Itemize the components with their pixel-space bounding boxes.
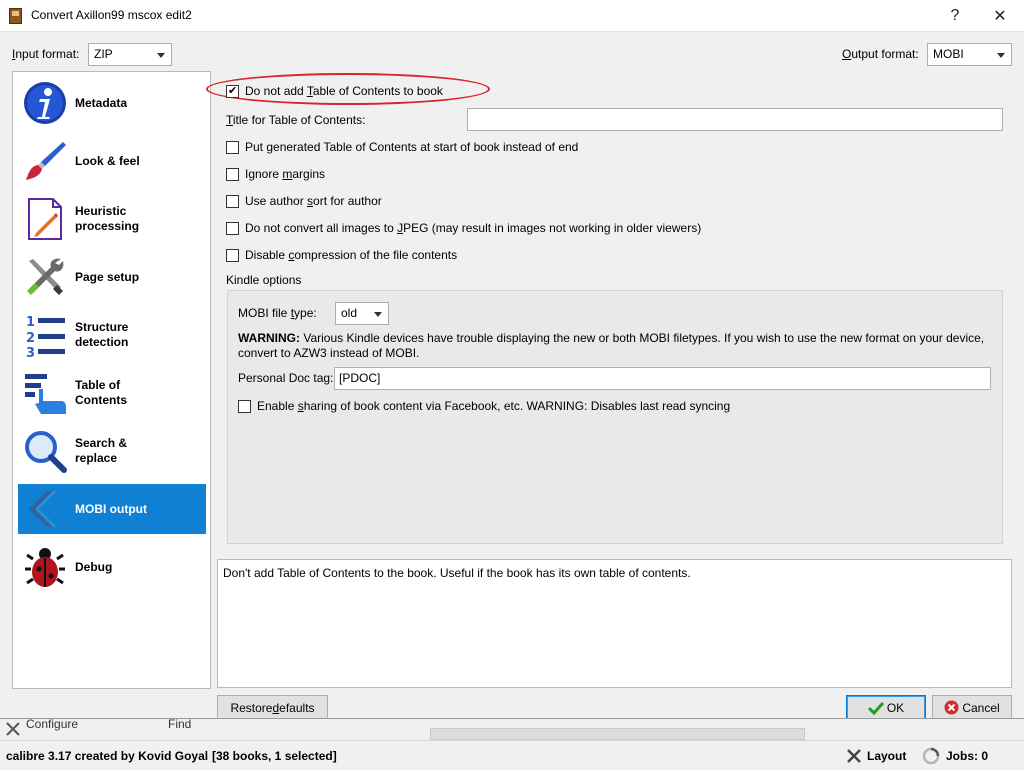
title-bar: Convert Axillon99 mscox edit2 ? ✕ [0,0,1024,32]
jobs-spinner-icon [922,747,940,765]
sidebar-item-look-and-feel[interactable]: Look & feel [18,136,206,186]
sidebar-item-structure-detection[interactable]: 1 2 3 Structure detection [18,310,206,360]
ignore-margins-label: Ignore margins [245,167,326,181]
option-help-box: Don't add Table of Contents to the book.… [217,559,1012,688]
personal-doc-tag-input[interactable]: [PDOC] [334,367,991,390]
svg-text:2: 2 [26,331,35,346]
input-format-select[interactable]: ZIP [88,43,172,66]
toc-pointer-icon [25,374,66,414]
find-peek-label: Find [168,719,192,731]
toc-title-input[interactable] [467,108,1003,131]
ignore-margins-checkbox[interactable] [226,168,239,181]
chevron-left-icon [29,491,57,527]
kindle-warning-line2: convert to AZW3 instead of MOBI. [238,346,420,360]
jobs-indicator[interactable]: Jobs: 0 [946,749,988,763]
output-format-select[interactable]: MOBI [927,43,1012,66]
mobi-file-type-select[interactable]: old [335,302,389,325]
personal-doc-tag-label: Personal Doc tag: [238,371,334,385]
numbered-list-icon: 1 2 3 [26,315,65,357]
author-sort-label: Use author sort for author [245,194,382,208]
sidebar-item-table-of-contents[interactable]: Table of Contents [18,368,206,418]
configure-icon [6,722,20,736]
sidebar-item-debug[interactable]: Debug [18,542,206,592]
author-sort-checkbox[interactable] [226,195,239,208]
status-bar: calibre 3.17 created by Kovid Goyal [38 … [0,740,1024,770]
chevron-down-icon [157,53,165,58]
no-toc-checkbox[interactable] [226,84,239,98]
toc-at-start-checkbox[interactable] [226,141,239,154]
chevron-down-icon [997,53,1005,58]
main-window-toolbar-peek: Configure Find [0,719,1024,740]
chevron-down-icon [374,312,382,317]
paintbrush-icon [26,142,66,180]
main-window-scrollbar [430,728,805,740]
restore-defaults-button[interactable]: Restore d efaults [217,695,328,720]
sidebar-item-heuristic-processing[interactable]: Heuristic processing [18,194,206,244]
kindle-options-heading: Kindle options [226,273,302,287]
toc-title-label: Title for Table of Contents: [226,113,366,127]
mobi-file-type-label: MOBI file type: [238,306,317,320]
no-toc-label: Do not add Table of Contents to book [245,84,443,98]
kindle-warning-line1: WARNING: Various Kindle devices have tro… [238,331,985,345]
help-button[interactable]: ? [933,0,977,32]
dialog-bottom-edge [0,718,1024,719]
sidebar-item-mobi-output[interactable]: MOBI output [18,484,206,534]
svg-text:3: 3 [26,346,35,357]
layout-tools-icon [847,749,861,763]
kindle-options-group [227,290,1003,544]
no-compression-label: Disable compression of the file contents [245,248,458,262]
layout-button[interactable]: Layout [867,749,906,763]
pencil-document-icon [28,198,62,240]
no-jpeg-label: Do not convert all images to JPEG (may r… [245,221,702,235]
tools-icon [27,258,64,295]
bug-icon [25,548,65,587]
sidebar-item-search-replace[interactable]: Search & replace [18,426,206,476]
status-created-by: calibre 3.17 created by Kovid Goyal [6,749,209,763]
no-jpeg-checkbox[interactable] [226,222,239,235]
calibre-app-icon [9,8,22,24]
window-title: Convert Axillon99 mscox edit2 [31,8,192,22]
output-format-label: Output format: [842,47,919,61]
cancel-icon [944,700,959,715]
configure-peek-label: Configure [26,719,79,731]
cancel-button[interactable]: Cancel [932,695,1012,720]
sidebar-item-page-setup[interactable]: Page setup [18,252,206,302]
sidebar: Metadata Look & feel Heuristic processing… [12,71,211,689]
checkmark-icon [867,701,884,715]
input-format-label: Input format: [12,47,80,61]
share-label: Enable sharing of book content via Faceb… [257,399,731,413]
sidebar-item-metadata[interactable]: Metadata [18,78,206,128]
info-icon [24,82,66,124]
share-checkbox[interactable] [238,400,251,413]
toc-at-start-label: Put generated Table of Contents at start… [245,140,579,154]
svg-text:1: 1 [26,315,35,330]
close-icon[interactable]: ✕ [978,0,1022,32]
magnifier-icon [25,431,67,473]
status-book-count: [38 books, 1 selected] [212,749,337,763]
no-compression-checkbox[interactable] [226,249,239,262]
ok-button[interactable]: OK [846,695,926,720]
